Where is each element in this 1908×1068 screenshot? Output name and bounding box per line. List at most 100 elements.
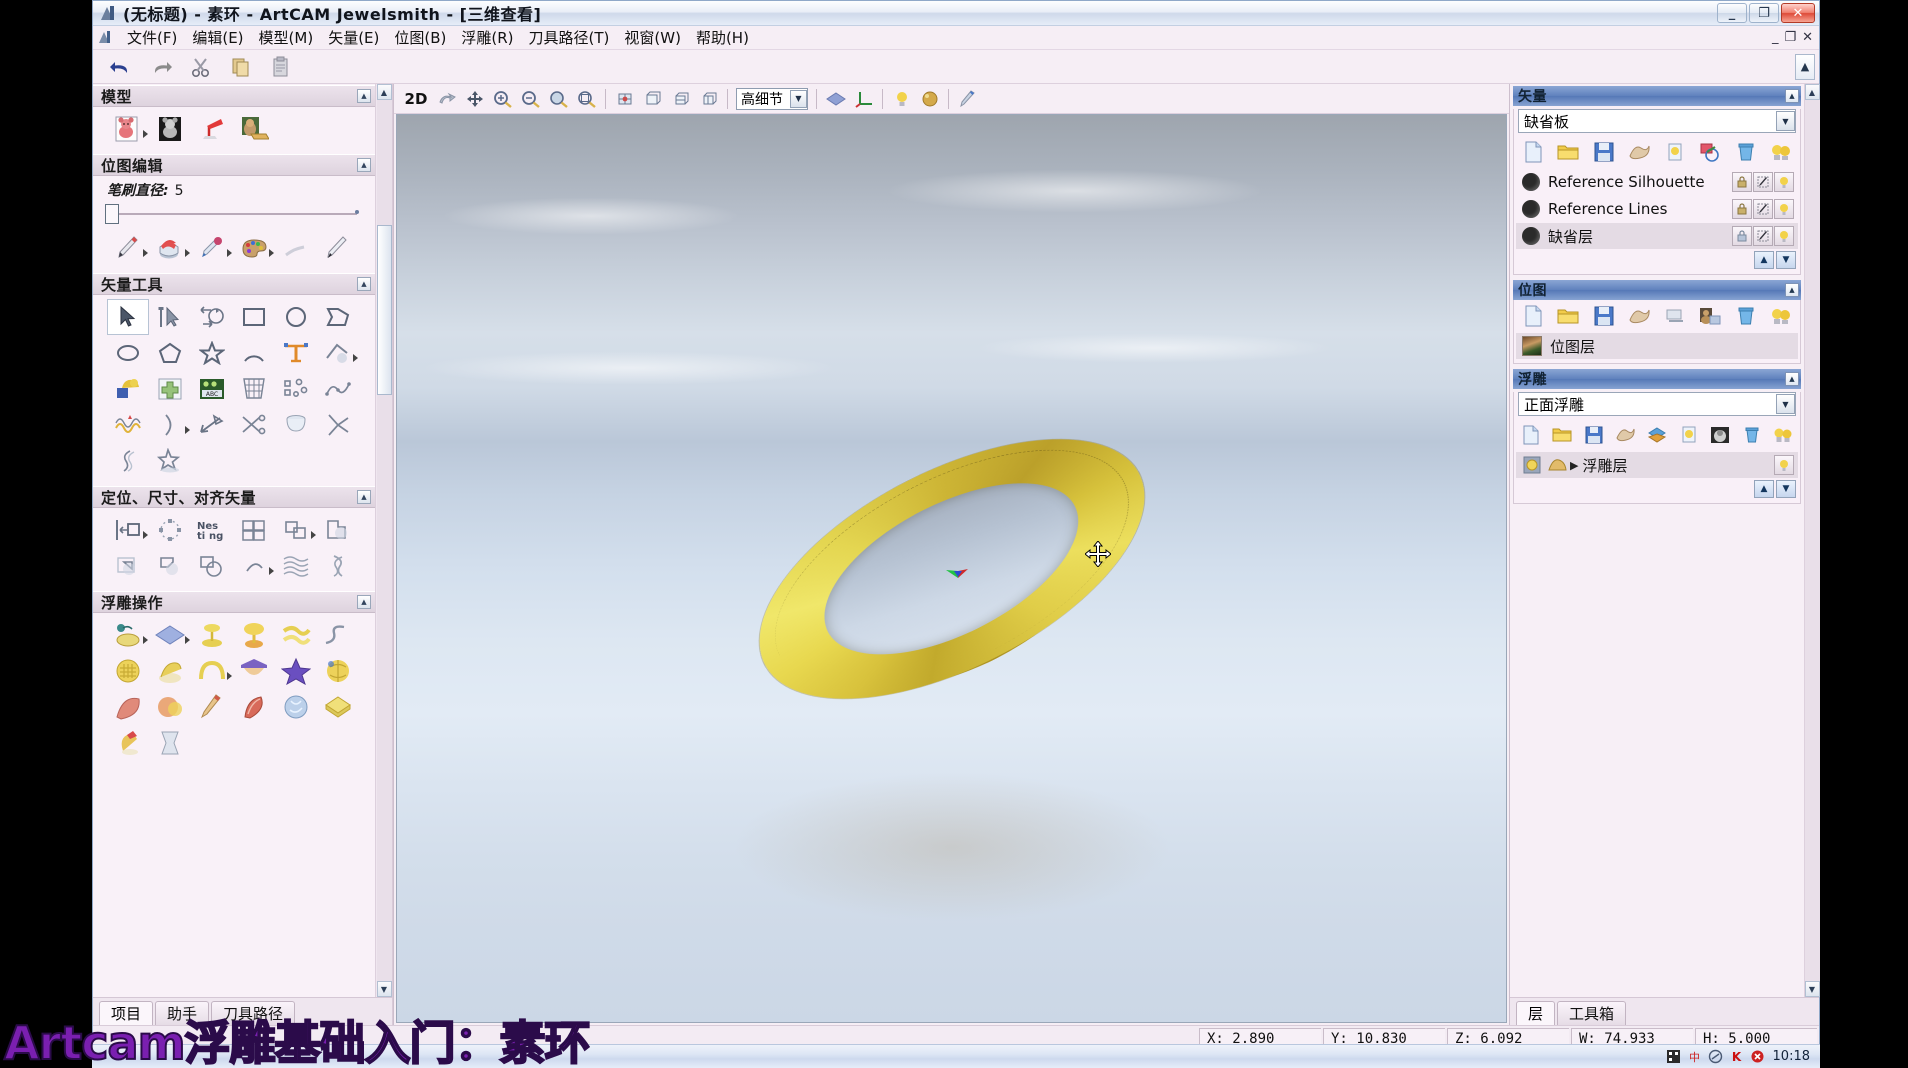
greyscale-icon[interactable] [1705, 422, 1735, 448]
tool-measure[interactable] [191, 407, 233, 443]
menu-model[interactable]: 模型(M) [252, 25, 321, 50]
tool-star[interactable] [191, 335, 233, 371]
tool-texture-relief[interactable] [107, 653, 149, 689]
bulbs-icon[interactable] [1769, 422, 1799, 448]
folder-icon[interactable] [1552, 139, 1586, 165]
tool-vector-boundary[interactable] [149, 371, 191, 407]
mdi-restore-button[interactable]: ❐ [1784, 30, 1796, 45]
tool-text[interactable] [275, 335, 317, 371]
material-ball-icon[interactable] [916, 86, 943, 112]
section-header-align[interactable]: 定位、尺寸、对齐矢量 ▲ [93, 486, 375, 508]
panel-header-vector[interactable]: 矢量 ▲ [1513, 86, 1801, 106]
slider-thumb[interactable] [105, 204, 119, 224]
copy-icon[interactable] [221, 52, 261, 82]
tool-line[interactable] [317, 230, 359, 266]
new-file-icon[interactable] [1516, 422, 1546, 448]
tool-rotate-copy[interactable] [149, 512, 191, 548]
edit-icon[interactable] [1753, 172, 1773, 192]
detail-level-select[interactable]: 高细节 ▼ [736, 87, 808, 110]
shading-icon[interactable] [822, 86, 849, 112]
network-icon[interactable] [1708, 1049, 1723, 1064]
tool-circle[interactable] [275, 299, 317, 335]
tool-palette[interactable] [233, 230, 275, 266]
bitmap-layer-row[interactable]: 位图层 [1516, 333, 1798, 359]
tool-bitmap-to-vector[interactable] [107, 371, 149, 407]
trash-icon[interactable] [1729, 303, 1763, 329]
chevron-down-icon[interactable]: ▼ [1776, 111, 1795, 131]
scrollbar-track[interactable] [376, 100, 392, 981]
paint-icon[interactable] [954, 86, 981, 112]
tool-s-relief[interactable] [317, 617, 359, 653]
panel-expander-relief[interactable]: ▲ [1785, 372, 1799, 386]
bulbs-icon[interactable] [1765, 139, 1799, 165]
tool-extrude-relief[interactable] [233, 617, 275, 653]
tool-crystal-relief[interactable] [275, 689, 317, 725]
tool-twist[interactable] [317, 548, 359, 584]
redo-icon[interactable] [141, 52, 181, 82]
scroll-down-arrow-icon[interactable]: ▼ [376, 981, 392, 997]
merge-icon[interactable] [1623, 303, 1657, 329]
tool-arc[interactable] [233, 335, 275, 371]
tool-polyline[interactable] [317, 299, 359, 335]
bulb-small-icon[interactable] [1674, 422, 1704, 448]
new-file-icon[interactable] [1516, 303, 1550, 329]
section-header-bitmap-edit[interactable]: 位图编辑 ▲ [93, 154, 375, 176]
tool-open-model[interactable] [149, 111, 191, 147]
axis-icon[interactable] [850, 86, 877, 112]
zoom-out-icon[interactable] [517, 86, 544, 112]
section-header-vector-tools[interactable]: 矢量工具 ▲ [93, 273, 375, 295]
folder-icon[interactable] [1552, 303, 1586, 329]
move-layer-up-button[interactable]: ▲ [1754, 251, 1774, 269]
vector-layer-row-selected[interactable]: 缺省层 [1516, 223, 1798, 249]
edit-icon[interactable] [1753, 199, 1773, 219]
tool-polygon[interactable] [149, 335, 191, 371]
right-panel-scrollbar[interactable]: ▲ ▼ [1804, 84, 1820, 997]
folder-icon[interactable] [1548, 422, 1578, 448]
tool-block-copy[interactable] [233, 512, 275, 548]
tool-weave[interactable] [275, 548, 317, 584]
relief-stack-icon[interactable] [1522, 455, 1542, 475]
tool-material[interactable] [233, 111, 275, 147]
tool-eraser[interactable] [275, 230, 317, 266]
undo-icon[interactable] [101, 52, 141, 82]
tool-vector-split[interactable]: ABC [191, 371, 233, 407]
tool-gem-relief[interactable] [107, 725, 149, 761]
pan-icon[interactable] [461, 86, 488, 112]
tool-intersect[interactable] [149, 548, 191, 584]
merge-icon[interactable] [1611, 422, 1641, 448]
minimize-button[interactable]: _ [1717, 3, 1747, 23]
relief-layer-row[interactable]: ▶ 浮雕层 [1516, 452, 1798, 478]
new-file-icon[interactable] [1516, 139, 1550, 165]
close-button[interactable]: ✕ [1781, 3, 1815, 23]
zoom-fit-icon[interactable] [573, 86, 600, 112]
tool-nesting[interactable]: Nes ti ng [191, 512, 233, 548]
tool-miter[interactable] [317, 407, 359, 443]
lock-icon[interactable] [1732, 172, 1752, 192]
section-expander-vector-tools[interactable]: ▲ [357, 277, 371, 291]
trash-icon[interactable] [1729, 139, 1763, 165]
tool-fit-arc[interactable] [233, 548, 275, 584]
lock-icon[interactable] [1732, 226, 1752, 246]
tool-vector-edit[interactable] [317, 335, 359, 371]
menu-relief[interactable]: 浮雕(R) [454, 25, 520, 50]
vector-layer-row[interactable]: Reference Lines [1516, 196, 1798, 222]
tool-align-vectors[interactable] [275, 512, 317, 548]
merge-icon[interactable] [1623, 139, 1657, 165]
tool-node-distribute[interactable] [275, 371, 317, 407]
tool-vector-wave[interactable] [107, 407, 149, 443]
mdi-close-button[interactable]: ✕ [1802, 30, 1813, 45]
section-expander-model[interactable]: ▲ [357, 89, 371, 103]
front-view-icon[interactable] [639, 86, 666, 112]
menu-window[interactable]: 视窗(W) [617, 25, 688, 50]
section-header-relief-ops[interactable]: 浮雕操作 ▲ [93, 591, 375, 613]
scroll-down-arrow-icon[interactable]: ▼ [1804, 981, 1820, 997]
taskbar-clock[interactable]: 10:18 [1773, 1049, 1810, 1064]
scroll-up-arrow-icon[interactable]: ▲ [1804, 84, 1820, 100]
tool-arc-fit[interactable] [149, 407, 191, 443]
visibility-icon[interactable] [1774, 172, 1794, 192]
tab-layers[interactable]: 层 [1516, 1001, 1556, 1025]
scroll-up-arrow-icon[interactable]: ▲ [376, 84, 392, 100]
tool-contour[interactable] [107, 443, 149, 479]
zoom-in-icon[interactable] [489, 86, 516, 112]
section-expander-bitmap-edit[interactable]: ▲ [357, 158, 371, 172]
